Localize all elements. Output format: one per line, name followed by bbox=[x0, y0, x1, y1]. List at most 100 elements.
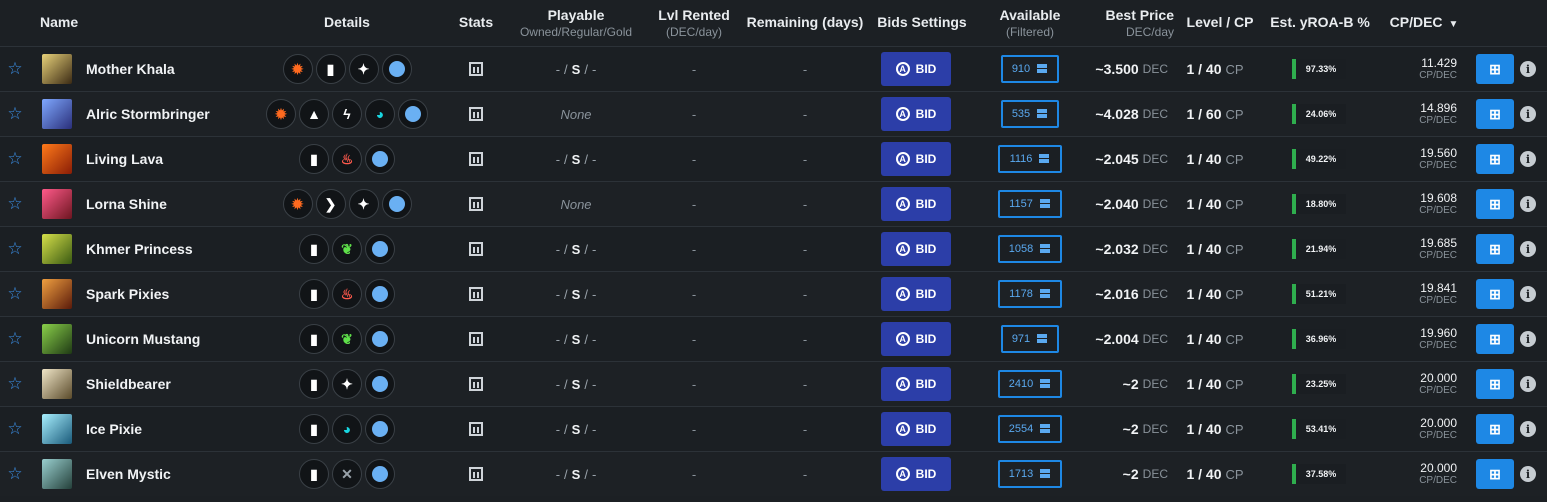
available-button[interactable]: 1178 bbox=[998, 280, 1062, 308]
card-avatar[interactable] bbox=[42, 459, 72, 489]
bid-button[interactable]: A BID bbox=[881, 367, 951, 401]
available-button[interactable]: 1157 bbox=[998, 190, 1062, 218]
add-to-cart-button[interactable]: ⊞ bbox=[1476, 54, 1514, 84]
card-name[interactable]: Khmer Princess bbox=[86, 227, 193, 271]
column-header-yroa[interactable]: Est. yROA-B % bbox=[1268, 14, 1372, 30]
column-header-playable[interactable]: Playable Owned/Regular/Gold bbox=[505, 7, 647, 39]
info-icon[interactable]: i bbox=[1520, 286, 1536, 302]
cp-per-dec: 20.000 CP/DEC bbox=[1390, 452, 1457, 496]
card-name[interactable]: Lorna Shine bbox=[86, 182, 167, 226]
stats-icon[interactable] bbox=[466, 227, 486, 271]
info-icon[interactable]: i bbox=[1520, 331, 1536, 347]
bid-button[interactable]: A BID bbox=[881, 187, 951, 221]
available-button[interactable]: 2410 bbox=[998, 370, 1062, 398]
info-icon[interactable]: i bbox=[1520, 196, 1536, 212]
price-approx: ~ bbox=[1095, 196, 1104, 212]
available-button[interactable]: 2554 bbox=[998, 415, 1062, 443]
card-name[interactable]: Spark Pixies bbox=[86, 272, 169, 316]
bid-button[interactable]: A BID bbox=[881, 457, 951, 491]
card-avatar[interactable] bbox=[42, 369, 72, 399]
available-button[interactable]: 1058 bbox=[998, 235, 1062, 263]
available-button[interactable]: 910 bbox=[1001, 55, 1059, 83]
stats-icon[interactable] bbox=[466, 272, 486, 316]
column-header-remaining[interactable]: Remaining (days) bbox=[745, 14, 865, 30]
favorite-star-icon[interactable]: ☆ bbox=[6, 47, 24, 91]
card-name[interactable]: Mother Khala bbox=[86, 47, 175, 91]
card-name[interactable]: Ice Pixie bbox=[86, 407, 142, 451]
add-to-cart-button[interactable]: ⊞ bbox=[1476, 459, 1514, 489]
column-header-lvl-rented[interactable]: Lvl Rented (DEC/day) bbox=[650, 7, 738, 39]
info-icon[interactable]: i bbox=[1520, 61, 1536, 77]
card-name[interactable]: Living Lava bbox=[86, 137, 163, 181]
bid-button[interactable]: A BID bbox=[881, 277, 951, 311]
bid-button[interactable]: A BID bbox=[881, 412, 951, 446]
card-avatar[interactable] bbox=[42, 54, 72, 84]
favorite-star-icon[interactable]: ☆ bbox=[6, 272, 24, 316]
info-icon[interactable]: i bbox=[1520, 466, 1536, 482]
price-approx: ~ bbox=[1122, 376, 1131, 392]
stats-icon[interactable] bbox=[466, 407, 486, 451]
best-price: ~3.500 DEC bbox=[1070, 47, 1168, 91]
card-avatar[interactable] bbox=[42, 99, 72, 129]
info-icon[interactable]: i bbox=[1520, 151, 1536, 167]
info-icon[interactable]: i bbox=[1520, 106, 1536, 122]
level-cp: 1 / 40 CP bbox=[1180, 407, 1250, 451]
favorite-star-icon[interactable]: ☆ bbox=[6, 137, 24, 181]
info-icon[interactable]: i bbox=[1520, 421, 1536, 437]
add-to-cart-button[interactable]: ⊞ bbox=[1476, 369, 1514, 399]
playable-regular: S bbox=[571, 286, 581, 302]
bid-button[interactable]: A BID bbox=[881, 322, 951, 356]
favorite-star-icon[interactable]: ☆ bbox=[6, 92, 24, 136]
stats-icon[interactable] bbox=[466, 92, 486, 136]
favorite-star-icon[interactable]: ☆ bbox=[6, 182, 24, 226]
bid-button[interactable]: A BID bbox=[881, 232, 951, 266]
column-header-name[interactable]: Name bbox=[40, 14, 78, 30]
stats-icon[interactable] bbox=[466, 317, 486, 361]
add-to-cart-button[interactable]: ⊞ bbox=[1476, 234, 1514, 264]
stats-icon[interactable] bbox=[466, 182, 486, 226]
stats-icon[interactable] bbox=[466, 362, 486, 406]
add-to-cart-button[interactable]: ⊞ bbox=[1476, 279, 1514, 309]
stats-icon[interactable] bbox=[466, 452, 486, 496]
lvl-rented-value: - bbox=[691, 151, 697, 167]
card-name[interactable]: Shieldbearer bbox=[86, 362, 171, 406]
card-avatar[interactable] bbox=[42, 279, 72, 309]
stats-icon[interactable] bbox=[466, 137, 486, 181]
card-avatar[interactable] bbox=[42, 234, 72, 264]
available-button[interactable]: 971 bbox=[1001, 325, 1059, 353]
card-avatar[interactable] bbox=[42, 144, 72, 174]
info-icon[interactable]: i bbox=[1520, 376, 1536, 392]
card-avatar[interactable] bbox=[42, 189, 72, 219]
column-header-level-cp[interactable]: Level / CP bbox=[1180, 14, 1260, 30]
bid-button[interactable]: A BID bbox=[881, 97, 951, 131]
favorite-star-icon[interactable]: ☆ bbox=[6, 362, 24, 406]
add-to-cart-button[interactable]: ⊞ bbox=[1476, 144, 1514, 174]
favorite-star-icon[interactable]: ☆ bbox=[6, 317, 24, 361]
available-button[interactable]: 535 bbox=[1001, 100, 1059, 128]
orb-icon bbox=[381, 189, 412, 219]
favorite-star-icon[interactable]: ☆ bbox=[6, 452, 24, 496]
available-button[interactable]: 1713 bbox=[998, 460, 1062, 488]
card-avatar[interactable] bbox=[42, 414, 72, 444]
card-name[interactable]: Alric Stormbringer bbox=[86, 92, 210, 136]
column-header-best-price[interactable]: Best Price DEC/day bbox=[1090, 7, 1174, 39]
cp-per-dec: 19.560 CP/DEC bbox=[1390, 137, 1457, 181]
available-button[interactable]: 1116 bbox=[998, 145, 1062, 173]
card-name[interactable]: Elven Mystic bbox=[86, 452, 171, 496]
card-name[interactable]: Unicorn Mustang bbox=[86, 317, 200, 361]
add-to-cart-button[interactable]: ⊞ bbox=[1476, 414, 1514, 444]
stats-icon[interactable] bbox=[466, 47, 486, 91]
add-to-cart-button[interactable]: ⊞ bbox=[1476, 324, 1514, 354]
favorite-star-icon[interactable]: ☆ bbox=[6, 407, 24, 451]
add-to-cart-button[interactable]: ⊞ bbox=[1476, 99, 1514, 129]
column-header-cpdec[interactable]: CP/DEC ▼ bbox=[1384, 14, 1464, 33]
favorite-star-icon[interactable]: ☆ bbox=[6, 227, 24, 271]
card-avatar[interactable] bbox=[42, 324, 72, 354]
column-header-available[interactable]: Available (Filtered) bbox=[990, 7, 1070, 39]
bid-button[interactable]: A BID bbox=[881, 52, 951, 86]
bid-label: BID bbox=[915, 197, 937, 211]
info-icon[interactable]: i bbox=[1520, 241, 1536, 257]
add-to-cart-button[interactable]: ⊞ bbox=[1476, 189, 1514, 219]
bid-button[interactable]: A BID bbox=[881, 142, 951, 176]
remaining-value: - bbox=[802, 331, 808, 347]
